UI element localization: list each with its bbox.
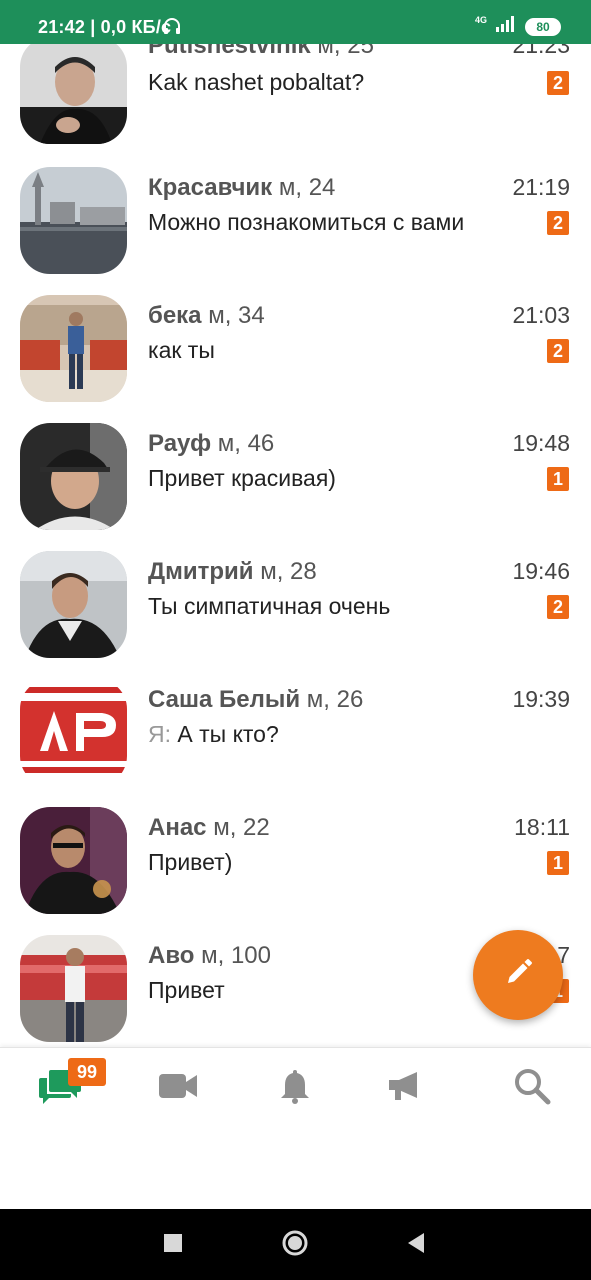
nav-notifications[interactable] <box>265 1066 325 1110</box>
bottom-navigation: 99 <box>0 1047 591 1209</box>
message-time: 18:11 <box>514 814 570 840</box>
contact-name: Саша Белый <box>148 686 301 713</box>
battery-icon: 80 <box>525 17 561 36</box>
avatar[interactable] <box>20 679 127 786</box>
home-button[interactable] <box>281 1229 309 1262</box>
unread-badge: 2 <box>547 211 569 235</box>
contact-meta: м, 100 <box>201 942 271 969</box>
contact-meta: м, 46 <box>217 430 275 457</box>
chat-row[interactable]: Саша Белый м, 26 19:39 Я: А ты кто? <box>0 672 591 800</box>
nav-search[interactable] <box>502 1066 562 1110</box>
chat-row[interactable]: Красавчик м, 24 21:19 Можно познакомитьс… <box>0 160 591 288</box>
message-preview: Привет <box>148 977 225 1003</box>
unread-badge: 1 <box>547 851 569 875</box>
contact-name: Рауф <box>148 430 212 457</box>
message-time: 19:48 <box>512 430 570 456</box>
message-time: 21:23 <box>512 44 570 58</box>
bell-icon <box>279 1068 311 1109</box>
avatar[interactable] <box>20 935 127 1042</box>
message-preview: А ты кто? <box>177 721 279 747</box>
nav-video[interactable] <box>148 1066 208 1110</box>
recent-apps-button[interactable] <box>159 1231 187 1259</box>
headphones-icon <box>163 17 181 40</box>
contact-name: Putishestvinik <box>148 44 311 59</box>
contact-name: Аво <box>148 942 195 969</box>
circle-icon <box>281 1229 309 1262</box>
message-preview: Можно познакомиться с вами <box>148 209 465 235</box>
contact-name: Анас <box>148 814 207 841</box>
search-icon <box>513 1067 551 1110</box>
compose-button[interactable] <box>473 930 563 1020</box>
unread-badge: 2 <box>547 71 569 95</box>
pencil-icon <box>502 957 534 994</box>
contact-meta: м, 24 <box>278 174 336 201</box>
contact-name: Дмитрий <box>148 558 254 585</box>
status-time: 21:42 | 0,0 КБ/с <box>38 17 172 37</box>
contact-meta: м, 34 <box>208 302 265 329</box>
message-preview: Привет) <box>148 849 233 875</box>
message-preview: Kak nashet pobaltat? <box>148 69 365 95</box>
unread-badge: 2 <box>547 339 569 363</box>
back-button[interactable] <box>402 1231 430 1259</box>
avatar[interactable] <box>20 167 127 274</box>
contact-meta: м, 26 <box>306 686 364 713</box>
chat-row[interactable]: Рауф м, 46 19:48 Привет красивая) 1 <box>0 416 591 544</box>
chat-row[interactable]: бека м, 34 21:03 как ты 2 <box>0 288 591 416</box>
contact-meta: м, 25 <box>317 44 374 59</box>
avatar[interactable] <box>20 551 127 658</box>
triangle-back-icon <box>406 1232 426 1259</box>
contact-name: Красавчик <box>148 174 273 201</box>
square-icon <box>164 1233 182 1257</box>
megaphone-icon <box>387 1070 423 1107</box>
message-time: 21:03 <box>512 302 570 328</box>
chat-row[interactable]: Putishestvinik м, 25 21:23 Kak nashet po… <box>0 44 591 160</box>
message-time: 19:39 <box>512 686 570 712</box>
message-preview: Ты симпатичная очень <box>148 593 391 619</box>
system-navigation-bar <box>0 1209 591 1280</box>
unread-badge: 2 <box>547 595 569 619</box>
signal-icon <box>495 16 517 37</box>
video-camera-icon <box>158 1071 198 1106</box>
unread-count-badge: 99 <box>68 1058 106 1086</box>
sender-prefix: Я: <box>148 721 171 747</box>
network-type: 4G <box>474 15 487 25</box>
contact-meta: м, 28 <box>260 558 317 585</box>
avatar[interactable] <box>20 807 127 914</box>
message-preview: Привет красивая) <box>148 465 336 491</box>
contact-meta: м, 22 <box>213 814 270 841</box>
message-preview: как ты <box>148 337 215 363</box>
unread-badge: 1 <box>547 467 569 491</box>
nav-announcements[interactable] <box>375 1066 435 1110</box>
chat-row[interactable]: Дмитрий м, 28 19:46 Ты симпатичная очень… <box>0 544 591 672</box>
avatar[interactable] <box>20 295 127 402</box>
message-time: 19:46 <box>512 558 570 584</box>
chat-row[interactable]: Анас м, 22 18:11 Привет) 1 <box>0 800 591 928</box>
contact-name: бека <box>148 302 202 329</box>
chat-list[interactable]: Putishestvinik м, 25 21:23 Kak nashet po… <box>0 44 591 1047</box>
avatar[interactable] <box>20 44 127 144</box>
status-bar: 21:42 | 0,0 КБ/с 4G 80 <box>0 0 591 44</box>
message-time: 21:19 <box>512 174 570 200</box>
avatar[interactable] <box>20 423 127 530</box>
